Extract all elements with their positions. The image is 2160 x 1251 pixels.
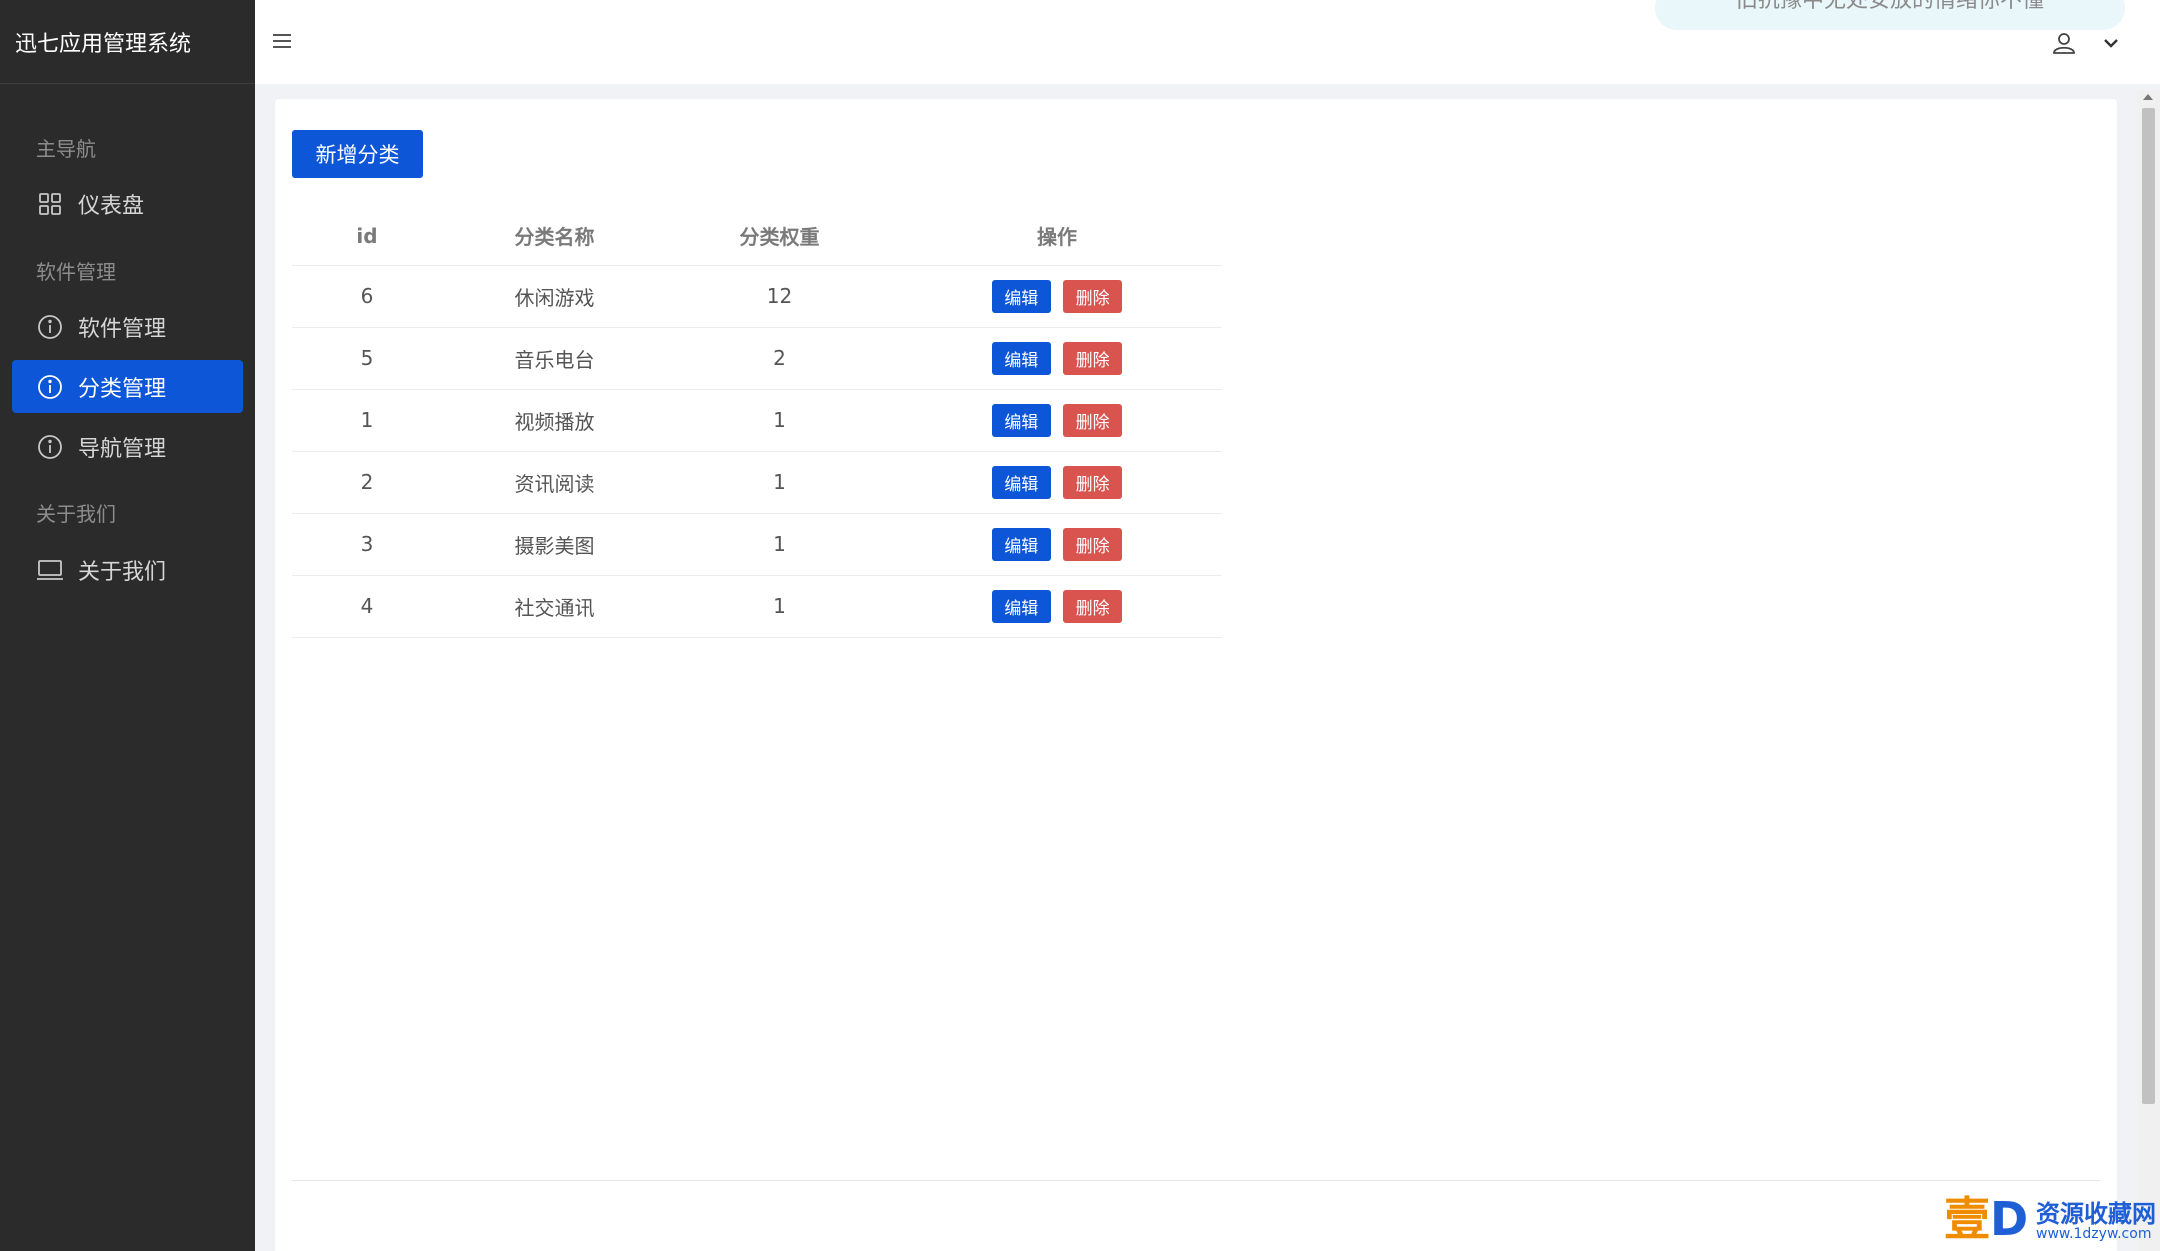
- sidebar-item-category[interactable]: 分类管理: [12, 360, 243, 413]
- app-title: 迅七应用管理系统: [0, 0, 255, 84]
- scroll-up-icon[interactable]: [2143, 94, 2153, 100]
- delete-button[interactable]: 删除: [1063, 279, 1123, 313]
- table-row: 3 摄影美图 1 编辑 删除: [292, 513, 1222, 576]
- footer-divider: [292, 1180, 2100, 1181]
- marquee-notice: 旧抗豫中无处安放的情绪你不懂: [1655, 0, 2125, 30]
- cell-actions: 编辑 删除: [892, 513, 1222, 576]
- watermark-mark: 壹D: [1944, 1192, 2029, 1246]
- info-circle-icon: [36, 313, 64, 341]
- nav-group-title-main: 主导航: [36, 137, 96, 161]
- table-row: 4 社交通讯 1 编辑 删除: [292, 575, 1222, 638]
- edit-button[interactable]: 编辑: [991, 341, 1051, 375]
- info-circle-icon: [36, 433, 64, 461]
- cell-name: 摄影美图: [442, 513, 667, 576]
- sidebar-item-label: 分类管理: [78, 376, 167, 402]
- edit-button[interactable]: 编辑: [991, 589, 1051, 623]
- cell-name: 音乐电台: [442, 327, 667, 390]
- sidebar-item-about[interactable]: 关于我们: [12, 543, 243, 596]
- edit-button[interactable]: 编辑: [991, 403, 1051, 437]
- cell-name: 资讯阅读: [442, 451, 667, 514]
- nav-group-title-software: 软件管理: [36, 260, 116, 284]
- edit-button[interactable]: 编辑: [991, 527, 1051, 561]
- cell-actions: 编辑 删除: [892, 575, 1222, 638]
- cell-weight: 2: [667, 327, 892, 390]
- sidebar-item-navigation[interactable]: 导航管理: [12, 420, 243, 473]
- menu-toggle-icon[interactable]: [271, 30, 293, 52]
- cell-id: 2: [292, 451, 442, 514]
- cell-actions: 编辑 删除: [892, 451, 1222, 514]
- table-row: 2 资讯阅读 1 编辑 删除: [292, 451, 1222, 514]
- scroll-thumb[interactable]: [2142, 108, 2155, 1104]
- cell-weight: 1: [667, 451, 892, 514]
- edit-button[interactable]: 编辑: [991, 279, 1051, 313]
- info-circle-icon: [36, 373, 64, 401]
- cell-id: 4: [292, 575, 442, 638]
- cell-id: 3: [292, 513, 442, 576]
- cell-name: 视频播放: [442, 389, 667, 452]
- cell-actions: 编辑 删除: [892, 389, 1222, 452]
- top-header: 旧抗豫中无处安放的情绪你不懂: [255, 0, 2160, 84]
- cell-actions: 编辑 删除: [892, 327, 1222, 390]
- column-header-name: 分类名称: [442, 207, 667, 266]
- app-root: 迅七应用管理系统 主导航 仪表盘 软件管理 软件管理 分类管理 导航管理 关于我…: [0, 0, 2160, 1251]
- sidebar-item-software[interactable]: 软件管理: [12, 300, 243, 353]
- delete-button[interactable]: 删除: [1063, 341, 1123, 375]
- cell-weight: 1: [667, 575, 892, 638]
- content-panel: 新增分类 id 分类名称 分类权重 操作 6 休闲游戏 12 编辑 删除 5 音…: [275, 99, 2117, 1251]
- cell-id: 5: [292, 327, 442, 390]
- cell-weight: 1: [667, 389, 892, 452]
- table-row: 1 视频播放 1 编辑 删除: [292, 389, 1222, 452]
- category-table: id 分类名称 分类权重 操作 6 休闲游戏 12 编辑 删除 5 音乐电台 2…: [292, 207, 1222, 638]
- sidebar-item-dashboard[interactable]: 仪表盘: [12, 177, 243, 230]
- delete-button[interactable]: 删除: [1063, 589, 1123, 623]
- cell-id: 6: [292, 265, 442, 328]
- sidebar-item-label: 导航管理: [78, 436, 167, 462]
- delete-button[interactable]: 删除: [1063, 403, 1123, 437]
- grid-icon: [36, 190, 64, 218]
- table-header-row: id 分类名称 分类权重 操作: [292, 207, 1222, 266]
- cell-actions: 编辑 删除: [892, 265, 1222, 328]
- nav-group-title-about: 关于我们: [36, 502, 116, 526]
- cell-weight: 12: [667, 265, 892, 328]
- cell-weight: 1: [667, 513, 892, 576]
- table-row: 5 音乐电台 2 编辑 删除: [292, 327, 1222, 390]
- sidebar-item-label: 关于我们: [78, 559, 167, 585]
- user-icon[interactable]: [2051, 30, 2077, 56]
- watermark-url: www.1dzyw.com: [2036, 1226, 2152, 1242]
- sidebar-item-label: 仪表盘: [78, 193, 145, 219]
- add-category-button[interactable]: 新增分类: [292, 130, 423, 178]
- vertical-scrollbar[interactable]: [2137, 90, 2160, 1251]
- watermark-text: 资源收藏网: [2036, 1200, 2156, 1228]
- cell-name: 社交通讯: [442, 575, 667, 638]
- sidebar-item-label: 软件管理: [78, 316, 167, 342]
- table-row: 6 休闲游戏 12 编辑 删除: [292, 265, 1222, 328]
- delete-button[interactable]: 删除: [1063, 527, 1123, 561]
- column-header-actions: 操作: [892, 207, 1222, 266]
- edit-button[interactable]: 编辑: [991, 465, 1051, 499]
- column-header-id: id: [292, 207, 442, 266]
- cell-id: 1: [292, 389, 442, 452]
- chevron-down-icon[interactable]: [2101, 34, 2121, 52]
- sidebar: 迅七应用管理系统 主导航 仪表盘 软件管理 软件管理 分类管理 导航管理 关于我…: [0, 0, 255, 1251]
- laptop-icon: [36, 556, 64, 584]
- watermark-logo: 壹D 资源收藏网 www.1dzyw.com: [1944, 1192, 2160, 1251]
- delete-button[interactable]: 删除: [1063, 465, 1123, 499]
- column-header-weight: 分类权重: [667, 207, 892, 266]
- cell-name: 休闲游戏: [442, 265, 667, 328]
